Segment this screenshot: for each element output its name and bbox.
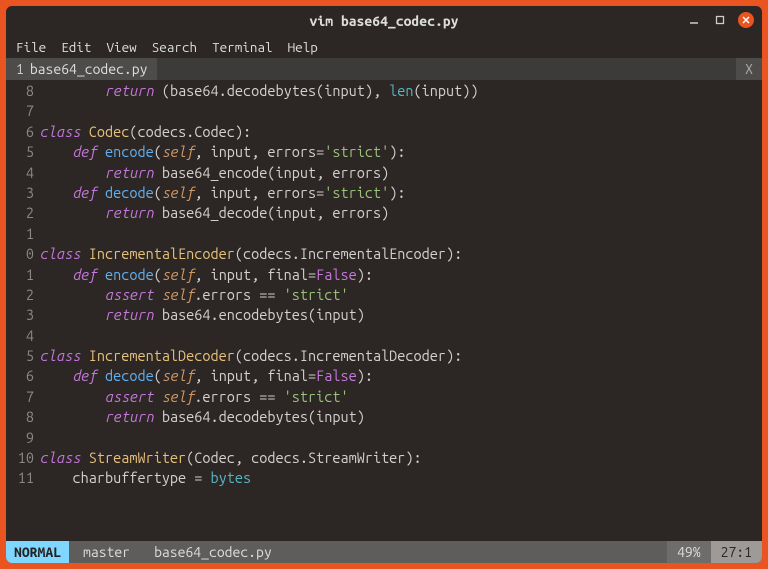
line-number: 8 [6, 408, 40, 428]
code-line: 8 return (base64.decodebytes(input), len… [6, 82, 762, 102]
line-number: 6 [6, 123, 40, 143]
line-number: 11 [6, 469, 40, 489]
code-line: 3 return base64.encodebytes(input) [6, 306, 762, 326]
close-icon: X [745, 61, 753, 77]
code-text: return base64.decodebytes(input) [40, 408, 365, 428]
mode-indicator: NORMAL [6, 541, 69, 563]
menu-item-view[interactable]: View [107, 39, 137, 55]
menu-item-terminal[interactable]: Terminal [212, 39, 272, 55]
code-text: class Codec(codecs.Codec): [40, 123, 251, 143]
code-line: 1 [6, 225, 762, 245]
code-text: class StreamWriter(Codec, codecs.StreamW… [40, 449, 422, 469]
line-number: 2 [6, 286, 40, 306]
close-button[interactable] [738, 12, 754, 28]
menu-item-help[interactable]: Help [288, 39, 318, 55]
buffer-tab-label: base64_codec.py [30, 61, 148, 77]
statusbar: NORMAL master base64_codec.py 49% 27:1 [6, 541, 762, 563]
line-number: 3 [6, 306, 40, 326]
code-line: 7 assert self.errors == 'strict' [6, 388, 762, 408]
buffer-tab-number: 1 [16, 61, 24, 77]
titlebar: vim base64_codec.py [6, 6, 762, 36]
line-number: 1 [6, 266, 40, 286]
menu-item-file[interactable]: File [16, 39, 46, 55]
menu-item-search[interactable]: Search [152, 39, 197, 55]
code-line: 6class Codec(codecs.Codec): [6, 123, 762, 143]
code-text: return base64_decode(input, errors) [40, 204, 389, 224]
terminal-window: vim base64_codec.py File Edit View Search Te… [6, 6, 762, 563]
code-line: 10class StreamWriter(Codec, codecs.Strea… [6, 449, 762, 469]
code-line: 4 [6, 327, 762, 347]
line-number: 7 [6, 102, 40, 122]
code-text: def decode(self, input, final=False): [40, 367, 373, 387]
buffer-tab-bar: 1 base64_codec.py X [6, 58, 762, 80]
window-controls [686, 12, 754, 28]
buffer-filler [157, 58, 736, 80]
line-number: 8 [6, 82, 40, 102]
line-number: 0 [6, 245, 40, 265]
code-line: 4 return base64_encode(input, errors) [6, 164, 762, 184]
code-text: assert self.errors == 'strict' [40, 388, 349, 408]
code-line: 1 def encode(self, input, final=False): [6, 266, 762, 286]
code-text: assert self.errors == 'strict' [40, 286, 349, 306]
line-number: 5 [6, 143, 40, 163]
code-line: 7 [6, 102, 762, 122]
code-text: def decode(self, input, errors='strict')… [40, 184, 405, 204]
line-number: 10 [6, 449, 40, 469]
line-number: 2 [6, 204, 40, 224]
status-file: base64_codec.py [144, 541, 667, 563]
line-number: 9 [6, 429, 40, 449]
code-text: def encode(self, input, final=False): [40, 266, 373, 286]
code-line: 0class IncrementalEncoder(codecs.Increme… [6, 245, 762, 265]
minimize-button[interactable] [686, 12, 702, 28]
code-line: 8 return base64.decodebytes(input) [6, 408, 762, 428]
code-line: 9 [6, 429, 762, 449]
line-number: 7 [6, 388, 40, 408]
code-text: return (base64.decodebytes(input), len(i… [40, 82, 479, 102]
code-line: 2 return base64_decode(input, errors) [6, 204, 762, 224]
code-line: 5class IncrementalDecoder(codecs.Increme… [6, 347, 762, 367]
code-line: 2 assert self.errors == 'strict' [6, 286, 762, 306]
code-line: 3 def decode(self, input, errors='strict… [6, 184, 762, 204]
editor-area[interactable]: 8 return (base64.decodebytes(input), len… [6, 80, 762, 541]
cursor-position: 27:1 [711, 541, 762, 563]
scroll-percent: 49% [667, 541, 711, 563]
line-number: 6 [6, 367, 40, 387]
line-number: 4 [6, 164, 40, 184]
maximize-button[interactable] [712, 12, 728, 28]
line-number: 4 [6, 327, 40, 347]
git-branch: master [69, 541, 144, 563]
code-text: return base64_encode(input, errors) [40, 164, 389, 184]
menubar: File Edit View Search Terminal Help [6, 36, 762, 58]
code-text: class IncrementalDecoder(codecs.Incremen… [40, 347, 462, 367]
code-text: return base64.encodebytes(input) [40, 306, 365, 326]
buffer-close-button[interactable]: X [736, 58, 762, 80]
line-number: 3 [6, 184, 40, 204]
code-text: charbuffertype = bytes [40, 469, 251, 489]
code-line: 11 charbuffertype = bytes [6, 469, 762, 489]
code-text: def encode(self, input, errors='strict')… [40, 143, 405, 163]
buffer-tab[interactable]: 1 base64_codec.py [6, 58, 157, 80]
line-number: 1 [6, 225, 40, 245]
code-line: 6 def decode(self, input, final=False): [6, 367, 762, 387]
code-text: class IncrementalEncoder(codecs.Incremen… [40, 245, 462, 265]
menu-item-edit[interactable]: Edit [61, 39, 91, 55]
code-line: 5 def encode(self, input, errors='strict… [6, 143, 762, 163]
line-number: 5 [6, 347, 40, 367]
window-title: vim base64_codec.py [310, 13, 459, 29]
